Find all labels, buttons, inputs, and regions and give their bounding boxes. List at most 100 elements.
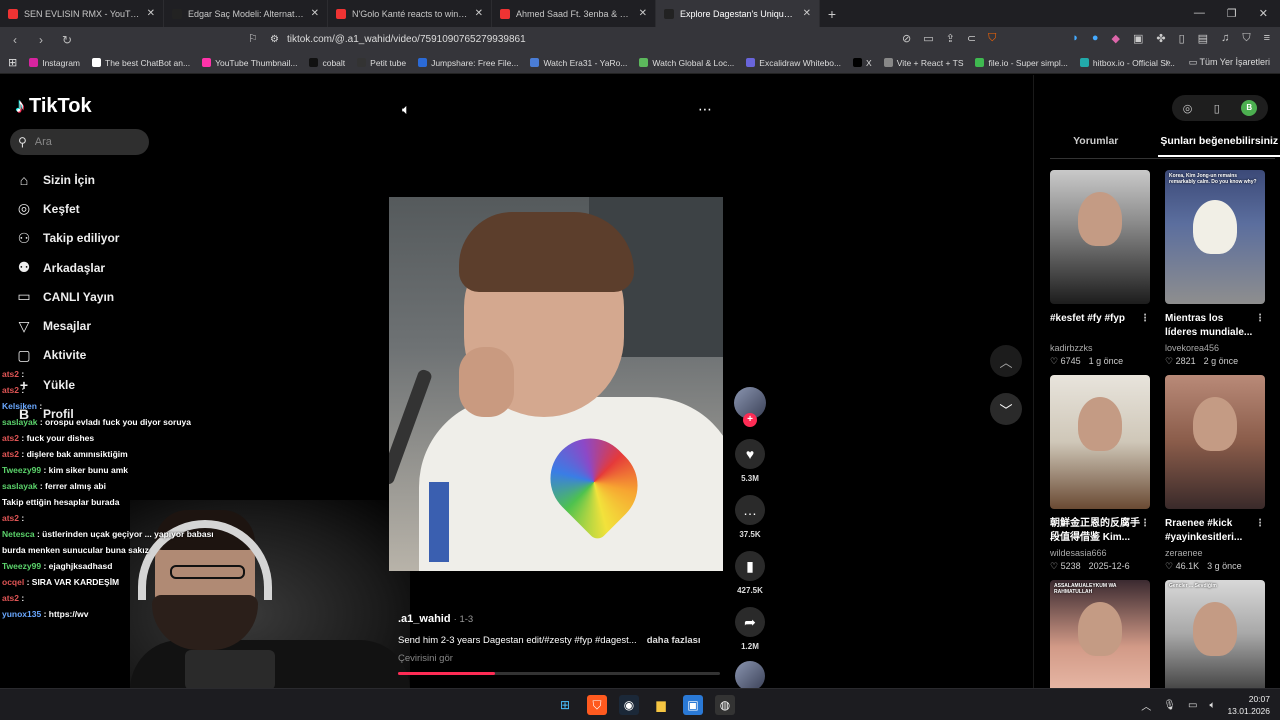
chevron-up-icon[interactable]: ︿ xyxy=(1141,698,1151,713)
like-action[interactable]: ♥ 5.3M xyxy=(735,439,765,483)
forward-icon[interactable]: › xyxy=(34,33,48,47)
sound-avatar[interactable] xyxy=(735,661,765,691)
clock[interactable]: 20:07 13.01.2026 xyxy=(1227,693,1270,717)
bookmark-item[interactable]: Excalidraw Whitebo... xyxy=(746,58,841,68)
puzzle-icon[interactable]: ✤ xyxy=(1156,32,1165,45)
bookmark-item[interactable]: file.io - Super simpl... xyxy=(975,58,1068,68)
card-more-icon[interactable]: ⋮ xyxy=(1255,312,1265,340)
bookmark-item[interactable]: Petit tube xyxy=(357,58,406,68)
comment-icon[interactable]: … xyxy=(735,495,765,525)
nav-item-live[interactable]: ▭ CANLI Yayın xyxy=(15,282,215,311)
extension-icon[interactable]: ◆ xyxy=(1112,32,1120,45)
bookmark-item[interactable]: X xyxy=(853,58,872,68)
author-handle[interactable]: .a1_wahid xyxy=(398,613,451,625)
extension-icon[interactable]: ● xyxy=(1092,32,1099,45)
nav-item-friends[interactable]: ⚉ Arkadaşlar xyxy=(15,253,215,282)
device-icon[interactable]: ▯ xyxy=(1214,102,1220,115)
sidebar-icon[interactable]: ▯ xyxy=(1179,32,1185,45)
nav-item-home[interactable]: ⌂ Sizin İçin xyxy=(15,165,215,194)
tracking-icon[interactable]: ⊘ xyxy=(902,32,911,45)
search-box[interactable]: ⚲ xyxy=(10,129,149,155)
card-author[interactable]: wildesasia666 xyxy=(1050,548,1150,558)
bookmark-item[interactable]: cobalt xyxy=(309,58,345,68)
comment-action[interactable]: … 37.5K xyxy=(735,495,765,539)
profile-avatar[interactable]: B xyxy=(1241,100,1258,116)
recommendation-card[interactable]: 朝鮮金正恩的反腐手段值得借鉴 Kim... ⋮ wildesasia666 ♡ 523… xyxy=(1050,375,1150,572)
brave-shield-icon[interactable]: ⛉ xyxy=(988,32,996,45)
music-icon[interactable]: ♫ xyxy=(1221,32,1229,45)
back-icon[interactable]: ‹ xyxy=(8,33,22,47)
nav-item-following[interactable]: ⚇ Takip ediliyor xyxy=(15,224,215,253)
share-icon[interactable]: ⇪ xyxy=(946,32,955,45)
bookmark-item[interactable]: Instagram xyxy=(29,58,80,68)
share-action[interactable]: ➦ 1.2M xyxy=(735,607,765,651)
bookmark-item[interactable]: Watch Global & Loc... xyxy=(639,58,734,68)
more-options-icon[interactable]: ⋯ xyxy=(698,101,712,118)
tiktok-logo[interactable]: ♪ TikTok xyxy=(15,95,92,118)
more-bookmarks-button[interactable]: » xyxy=(1166,57,1171,68)
nav-item-messages[interactable]: ▽ Mesajlar xyxy=(15,311,215,340)
app-icon[interactable]: ▣ xyxy=(683,695,703,715)
tab-close-icon[interactable]: ✕ xyxy=(803,8,811,19)
bookmark-item[interactable]: The best ChatBot an... xyxy=(92,58,190,68)
extension-icon[interactable]: ▣ xyxy=(1133,32,1143,45)
minimize-icon[interactable]: — xyxy=(1194,7,1205,20)
speaker-icon[interactable]: 🔈︎ xyxy=(1209,700,1215,711)
extension-icon[interactable]: ◗ xyxy=(1072,32,1079,45)
brave-icon[interactable]: ⛉ xyxy=(587,695,607,715)
bookmark-item[interactable]: Watch Era31 - YaRo... xyxy=(530,58,627,68)
video-player[interactable] xyxy=(389,197,723,571)
link-icon[interactable]: ⊂ xyxy=(967,32,976,45)
card-author[interactable]: lovekorea456 xyxy=(1165,343,1265,353)
bookmark-item[interactable]: Jumpshare: Free File... xyxy=(418,58,518,68)
bookmark-item[interactable]: hitbox.io - Official Si... xyxy=(1079,58,1175,68)
address-bar[interactable]: ⚙ tiktok.com/@.a1_wahid/video/7591090765… xyxy=(270,30,990,49)
video-author[interactable]: .a1_wahid · 1-3 xyxy=(398,613,728,625)
obs-icon[interactable]: ◍ xyxy=(715,695,735,715)
folder-icon[interactable]: ▆ xyxy=(651,695,671,715)
card-more-icon[interactable]: ⋮ xyxy=(1255,517,1265,545)
recommendation-card[interactable]: Korea, Kim Jong-un remains remarkably ca… xyxy=(1165,170,1265,367)
new-tab-button[interactable]: + xyxy=(820,6,844,22)
tab-close-icon[interactable]: ✕ xyxy=(475,8,483,19)
card-author[interactable]: kadirbzzks xyxy=(1050,343,1150,353)
shield-icon[interactable]: ⛉ xyxy=(1242,32,1250,45)
video-thumbnail[interactable] xyxy=(1165,375,1265,509)
card-more-icon[interactable]: ⋮ xyxy=(1140,312,1150,340)
video-thumbnail[interactable] xyxy=(1050,170,1150,304)
translate-link[interactable]: Çevirisini gör xyxy=(398,653,728,664)
card-more-icon[interactable]: ⋮ xyxy=(1140,517,1150,545)
compass-icon[interactable]: ◎ xyxy=(1183,102,1193,115)
start-icon[interactable]: ⊞ xyxy=(555,695,575,715)
creator-avatar[interactable]: + xyxy=(734,387,766,427)
recommendation-card[interactable]: Rraenee #kick #yayinkesitleri... ⋮ zeraene… xyxy=(1165,375,1265,572)
browser-tab[interactable]: Edgar Saç Modeli: Alternatif Stilde Saç ✕ xyxy=(164,0,328,27)
tab-close-icon[interactable]: ✕ xyxy=(311,8,319,19)
tab-you-may-like[interactable]: Şunları beğenebilirsiniz xyxy=(1157,133,1280,157)
next-video-button[interactable]: ﹀ xyxy=(990,393,1022,425)
browser-tab[interactable]: SEN EVLISIN RMX - YouTube ✕ xyxy=(0,0,164,27)
volume-icon[interactable]: 🔈︎ xyxy=(402,101,410,118)
menu-icon[interactable]: ≡ xyxy=(1264,32,1270,45)
restore-icon[interactable]: ❐ xyxy=(1227,7,1237,20)
more-link[interactable]: daha fazlası xyxy=(647,635,701,646)
tab-comments[interactable]: Yorumlar xyxy=(1034,133,1158,157)
bookmark-icon[interactable]: ⚐ xyxy=(248,32,258,45)
reload-icon[interactable]: ↻ xyxy=(60,33,74,47)
cast-icon[interactable]: ▭ xyxy=(923,32,933,45)
video-thumbnail[interactable] xyxy=(1050,375,1150,509)
card-author[interactable]: zeraenee xyxy=(1165,548,1265,558)
search-input[interactable] xyxy=(34,136,135,148)
wallet-icon[interactable]: ▤ xyxy=(1198,32,1208,45)
nav-item-explore[interactable]: ◎ Keşfet xyxy=(15,194,215,223)
share-arrow-icon[interactable]: ➦ xyxy=(735,607,765,637)
video-thumbnail[interactable]: Korea, Kim Jong-un remains remarkably ca… xyxy=(1165,170,1265,304)
close-window-icon[interactable]: ✕ xyxy=(1259,7,1268,20)
browser-tab[interactable]: Ahmed Saad Ft. 3enba & Double Zuksh ✕ xyxy=(492,0,656,27)
tab-close-icon[interactable]: ✕ xyxy=(147,8,155,19)
bookmark-item[interactable]: YouTube Thumbnail... xyxy=(202,58,297,68)
all-bookmarks-button[interactable]: ▭ Tüm Yer İşaretleri xyxy=(1189,57,1270,68)
network-icon[interactable]: ▭ xyxy=(1188,700,1197,711)
browser-tab[interactable]: Explore Dagestan's Unique Culture ✕ xyxy=(656,0,820,27)
bookmark-save-icon[interactable]: ▮ xyxy=(735,551,765,581)
